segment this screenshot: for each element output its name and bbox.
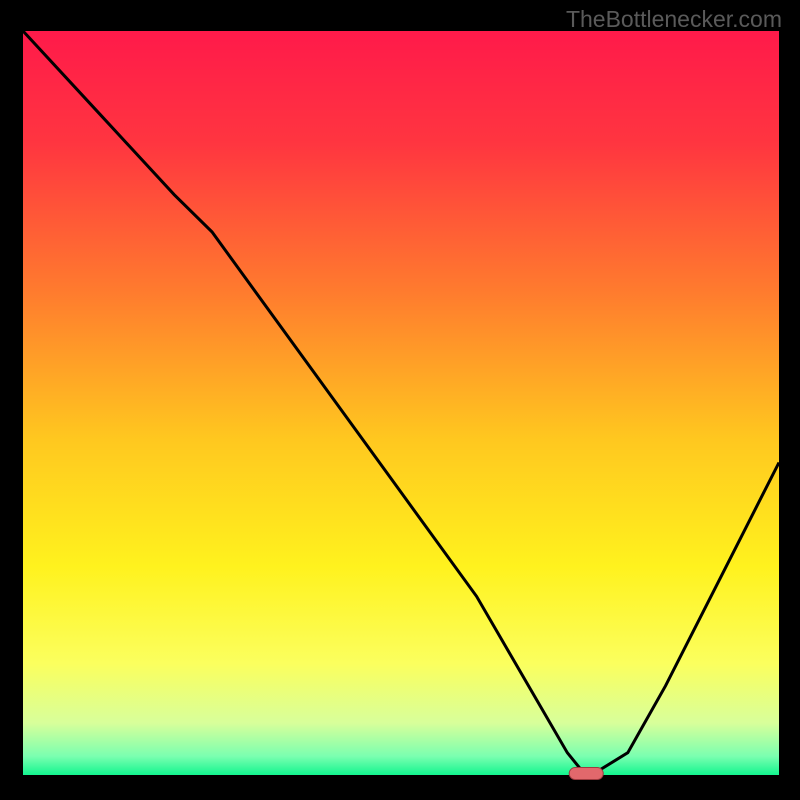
optimal-marker [569,768,603,780]
chart-container: TheBottlenecker.com [0,0,800,800]
chart-svg [0,0,800,800]
plot-background [23,31,779,775]
watermark-text: TheBottlenecker.com [566,6,782,33]
